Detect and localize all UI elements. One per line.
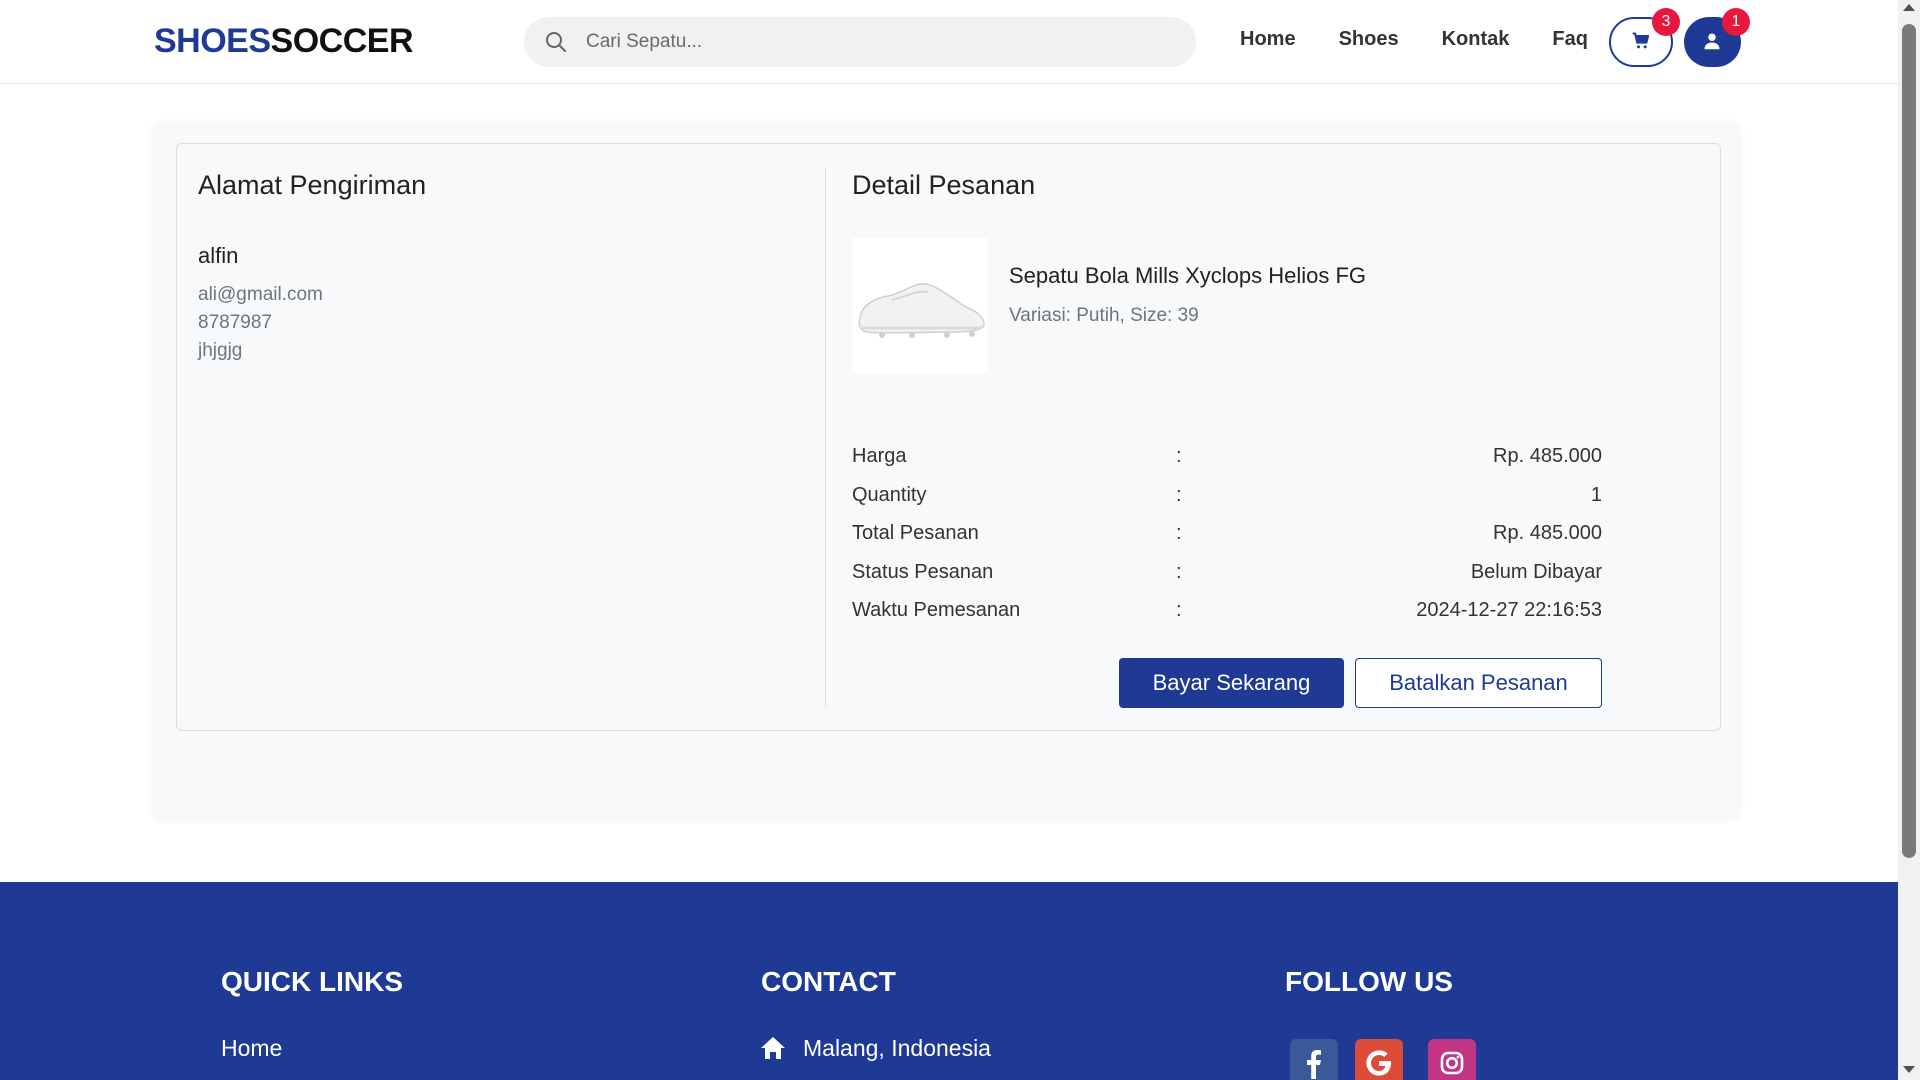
nav-link-home[interactable]: Home xyxy=(1240,28,1296,51)
recipient-email: ali@gmail.com xyxy=(198,284,323,305)
recipient-address: jhjgjg xyxy=(198,340,243,361)
status-label: Status Pesanan xyxy=(852,561,994,583)
recipient-phone: 8787987 xyxy=(198,312,272,333)
nav-link-faq[interactable]: Faq xyxy=(1552,28,1588,51)
scrollbar-thumb[interactable] xyxy=(1902,24,1916,858)
price-separator: : xyxy=(1176,445,1182,467)
site-logo[interactable]: SHOESSOCCER xyxy=(154,22,414,61)
search-icon xyxy=(546,32,566,52)
instagram-icon xyxy=(1440,1051,1464,1075)
total-label: Total Pesanan xyxy=(852,522,979,544)
follow-us-heading: FOLLOW US xyxy=(1285,966,1453,997)
total-separator: : xyxy=(1176,522,1182,544)
footer-link-home[interactable]: Home xyxy=(221,1035,282,1062)
price-label: Harga xyxy=(852,445,907,467)
product-name[interactable]: Sepatu Bola Mills Xyclops Helios FG xyxy=(1009,263,1366,289)
order-time-label: Waktu Pemesanan xyxy=(852,599,1021,621)
order-time-value: 2024-12-27 22:16:53 xyxy=(1416,599,1602,621)
cart-count-badge: 3 xyxy=(1652,8,1680,36)
facebook-icon xyxy=(1307,1050,1321,1079)
search-bar[interactable] xyxy=(524,17,1196,67)
shipping-address-heading: Alamat Pengiriman xyxy=(198,170,427,200)
google-icon xyxy=(1366,1050,1391,1076)
navbar: SHOESSOCCER Home Shoes Kontak Faq 3 1 xyxy=(0,0,1898,84)
quick-links-heading: QUICK LINKS xyxy=(221,966,403,997)
home-icon xyxy=(761,1037,785,1059)
quantity-label: Quantity xyxy=(852,484,927,506)
status-separator: : xyxy=(1176,561,1182,583)
logo-part-soccer: SOCCER xyxy=(270,22,414,60)
contact-heading: CONTACT xyxy=(761,966,896,997)
product-variant: Variasi: Putih, Size: 39 xyxy=(1009,305,1199,326)
instagram-button[interactable] xyxy=(1428,1039,1476,1080)
google-button[interactable] xyxy=(1355,1039,1403,1080)
recipient-name: alfin xyxy=(198,243,239,268)
nav-link-kontak[interactable]: Kontak xyxy=(1442,28,1510,51)
cart-icon xyxy=(1632,32,1650,49)
quantity-separator: : xyxy=(1176,484,1182,506)
cancel-order-button[interactable]: Batalkan Pesanan xyxy=(1355,658,1602,708)
scroll-up-arrow-icon[interactable] xyxy=(1903,4,1915,11)
product-image xyxy=(852,238,988,374)
price-value: Rp. 485.000 xyxy=(1493,445,1602,467)
user-icon xyxy=(1704,33,1720,50)
status-value: Belum Dibayar xyxy=(1470,561,1602,583)
contact-location: Malang, Indonesia xyxy=(803,1035,991,1061)
facebook-button[interactable] xyxy=(1290,1039,1338,1080)
column-divider xyxy=(825,167,826,707)
quantity-value: 1 xyxy=(1590,484,1602,506)
logo-part-shoes: SHOES xyxy=(154,22,271,60)
pay-now-button[interactable]: Bayar Sekarang xyxy=(1119,658,1344,708)
order-detail-panel xyxy=(176,143,1721,731)
order-time-separator: : xyxy=(1176,599,1182,621)
search-input[interactable] xyxy=(586,17,1176,67)
scroll-down-arrow-icon[interactable] xyxy=(1903,1066,1915,1073)
total-value: Rp. 485.000 xyxy=(1493,522,1602,544)
user-count-badge: 1 xyxy=(1722,8,1750,36)
nav-link-shoes[interactable]: Shoes xyxy=(1339,28,1399,51)
order-detail-heading: Detail Pesanan xyxy=(852,170,1036,200)
nav-links: Home Shoes Kontak Faq xyxy=(1240,28,1631,51)
